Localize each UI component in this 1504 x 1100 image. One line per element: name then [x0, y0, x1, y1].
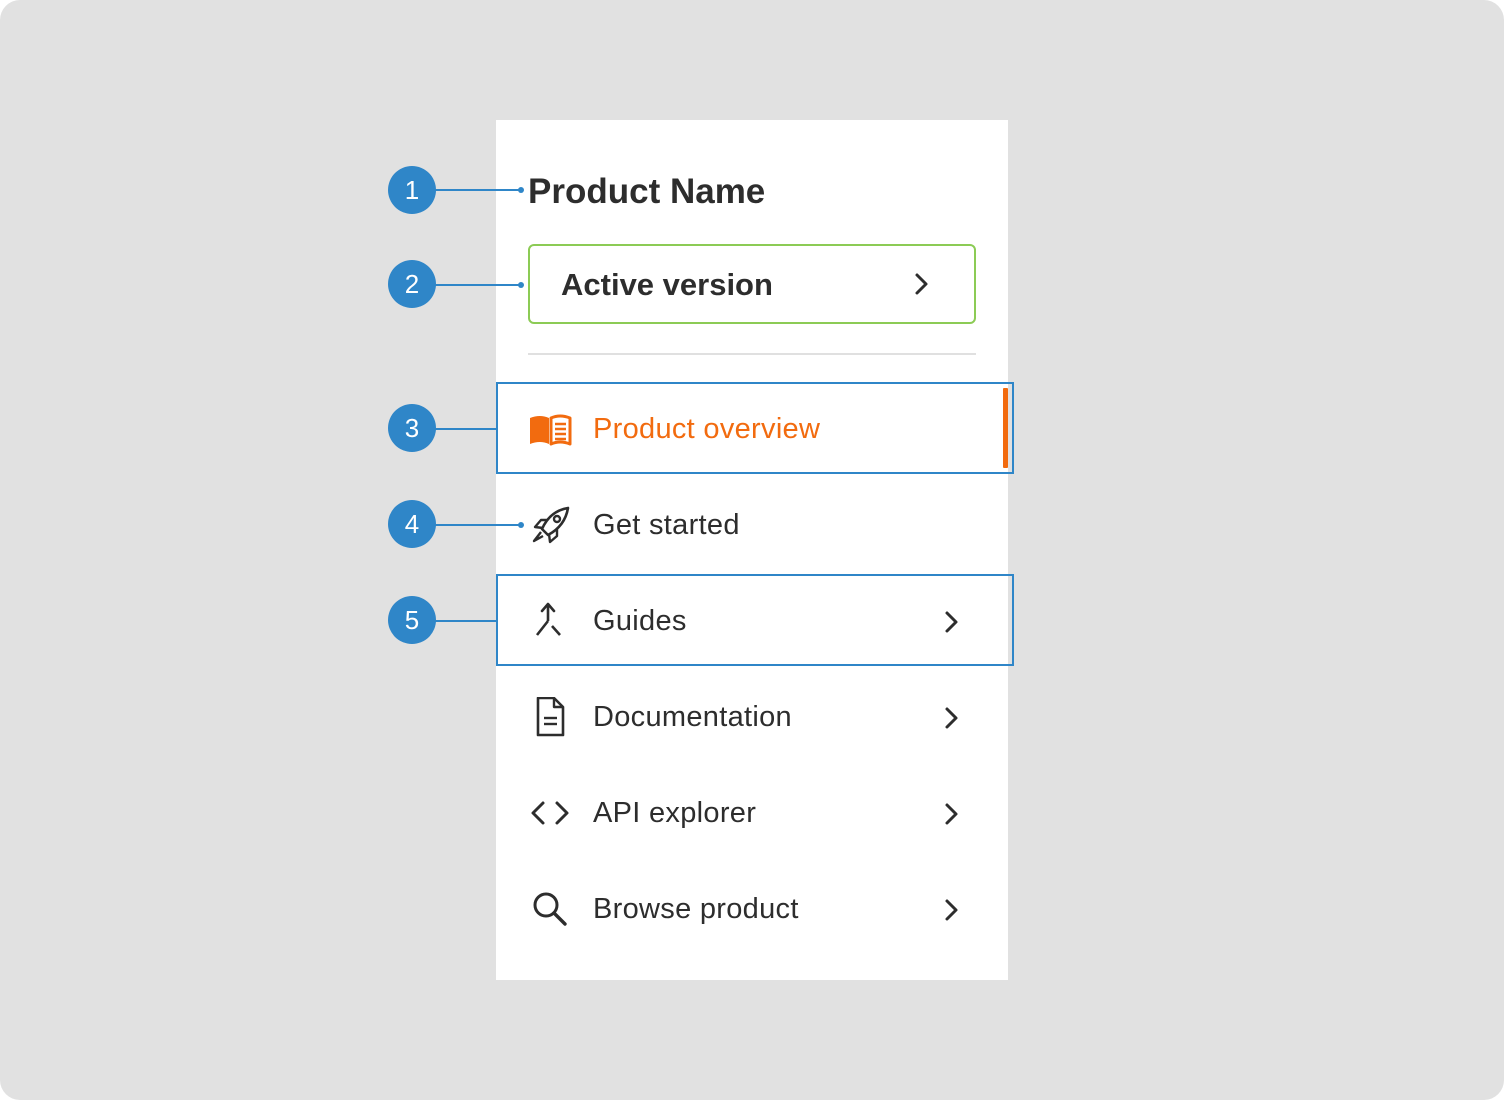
- chevron-right-icon: [945, 611, 958, 633]
- document-icon: [536, 697, 565, 737]
- callout-leader-line: [434, 189, 522, 191]
- nav-item-label: Browse product: [593, 893, 799, 925]
- callout-marker: 3: [388, 404, 436, 452]
- chevron-right-icon: [945, 899, 958, 921]
- code-brackets-icon: [531, 801, 569, 825]
- nav-item-browse-product[interactable]: Browse product: [496, 865, 1008, 953]
- callout-marker: 2: [388, 260, 436, 308]
- nav-item-label: Guides: [593, 605, 687, 637]
- callout-anchor-dot: [518, 282, 524, 288]
- nav-item-api-explorer[interactable]: API explorer: [496, 769, 1008, 857]
- rocket-icon: [532, 506, 570, 544]
- callout-marker: 1: [388, 166, 436, 214]
- nav-item-label: API explorer: [593, 797, 757, 829]
- callout-leader-line: [434, 428, 496, 430]
- active-indicator: [1003, 388, 1008, 468]
- chevron-right-icon: [945, 707, 958, 729]
- merge-arrow-icon: [535, 602, 561, 636]
- version-selector-label: Active version: [561, 267, 773, 302]
- search-icon: [533, 892, 567, 926]
- nav-item-product-overview[interactable]: Product overview: [496, 385, 1008, 473]
- nav-item-get-started[interactable]: Get started: [496, 481, 1008, 569]
- callout-anchor-dot: [518, 187, 524, 193]
- chevron-right-icon: [945, 803, 958, 825]
- callout-leader-line: [434, 524, 522, 526]
- callout-anchor-dot: [518, 522, 524, 528]
- nav-item-label: Get started: [593, 509, 740, 541]
- divider: [528, 353, 976, 355]
- nav-item-guides[interactable]: Guides: [496, 577, 1008, 665]
- nav-item-label: Product overview: [593, 413, 821, 445]
- callout-marker: 4: [388, 500, 436, 548]
- nav-item-label: Documentation: [593, 701, 792, 733]
- callout-marker: 5: [388, 596, 436, 644]
- product-name: Product Name: [528, 172, 766, 211]
- version-selector[interactable]: Active version: [528, 244, 976, 324]
- callout-leader-line: [434, 284, 522, 286]
- chevron-right-icon: [915, 273, 928, 295]
- book-open-icon: [530, 414, 572, 446]
- nav-item-documentation[interactable]: Documentation: [496, 673, 1008, 761]
- callout-leader-line: [434, 620, 496, 622]
